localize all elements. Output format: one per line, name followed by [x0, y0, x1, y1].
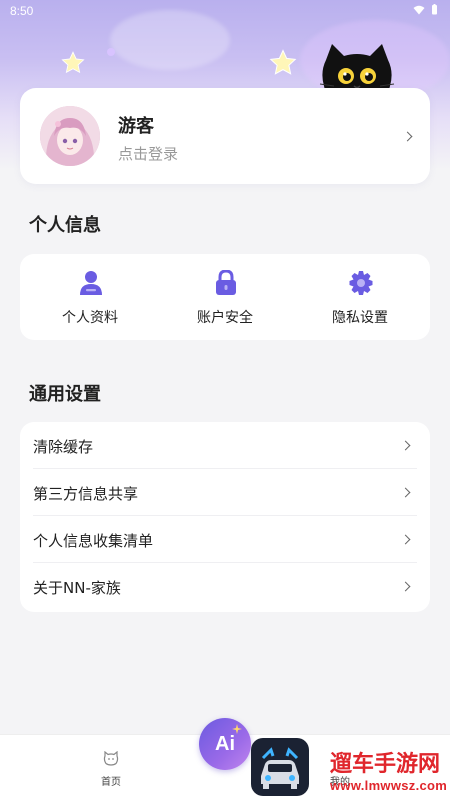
- login-link[interactable]: 点击登录: [118, 143, 178, 164]
- setting-row-clear-cache[interactable]: 清除缓存: [20, 422, 430, 469]
- watermark-text: 遛车手游网 www.lmwwsz.com: [330, 746, 447, 793]
- privacy-settings-button[interactable]: 隐私设置: [292, 254, 428, 340]
- profile-info-button[interactable]: 个人资料: [22, 254, 158, 340]
- setting-label: 清除缓存: [33, 438, 94, 456]
- tab-home[interactable]: 首页: [71, 735, 151, 800]
- sparkle-icon: [232, 724, 242, 734]
- ai-assistant-button[interactable]: Ai: [199, 718, 251, 770]
- setting-label: 第三方信息共享: [33, 485, 139, 503]
- general-settings-title: 通用设置: [29, 384, 101, 405]
- watermark-url: www.lmwwsz.com: [330, 778, 448, 793]
- chevron-right-icon[interactable]: [404, 131, 414, 141]
- chevron-right-icon: [402, 487, 412, 497]
- gear-icon: [349, 271, 373, 295]
- wifi-icon: [413, 5, 425, 14]
- personal-info-card: 个人资料 账户安全 隐私设置: [20, 254, 430, 340]
- setting-row-about[interactable]: 关于NN-家族: [20, 563, 430, 610]
- status-time: 8:50: [10, 4, 34, 18]
- account-security-label: 账户安全: [197, 310, 253, 326]
- ai-button-label: Ai: [215, 733, 235, 755]
- profile-card[interactable]: 游客 点击登录: [20, 88, 430, 184]
- personal-info-title: 个人信息: [29, 215, 101, 236]
- general-settings-card: 清除缓存 第三方信息共享 个人信息收集清单 关于NN-家族: [20, 422, 430, 612]
- status-bar: 8:50: [0, 0, 450, 22]
- profile-info-label: 个人资料: [62, 310, 118, 326]
- lock-icon: [216, 270, 236, 295]
- setting-row-info-collection-list[interactable]: 个人信息收集清单: [20, 516, 430, 563]
- setting-label: 个人信息收集清单: [33, 532, 154, 550]
- privacy-settings-label: 隐私设置: [332, 310, 388, 326]
- chevron-right-icon: [402, 440, 412, 450]
- watermark-name: 遛车手游网: [330, 752, 441, 777]
- user-name: 游客: [118, 116, 154, 137]
- setting-label: 关于NN-家族: [33, 579, 121, 597]
- home-cat-icon: [103, 751, 119, 766]
- chevron-right-icon: [402, 534, 412, 544]
- person-icon: [80, 271, 102, 295]
- car-logo-icon: [261, 747, 299, 789]
- sparkle-icon: [107, 48, 115, 56]
- watermark-logo: [251, 738, 309, 796]
- battery-icon: [432, 4, 437, 15]
- avatar-image: [40, 106, 100, 166]
- star-icon: [269, 49, 297, 75]
- avatar[interactable]: [40, 106, 100, 166]
- account-security-button[interactable]: 账户安全: [157, 254, 293, 340]
- setting-row-third-party-sharing[interactable]: 第三方信息共享: [20, 469, 430, 516]
- tab-home-label: 首页: [101, 777, 121, 788]
- chevron-right-icon: [402, 581, 412, 591]
- star-icon: [61, 51, 85, 74]
